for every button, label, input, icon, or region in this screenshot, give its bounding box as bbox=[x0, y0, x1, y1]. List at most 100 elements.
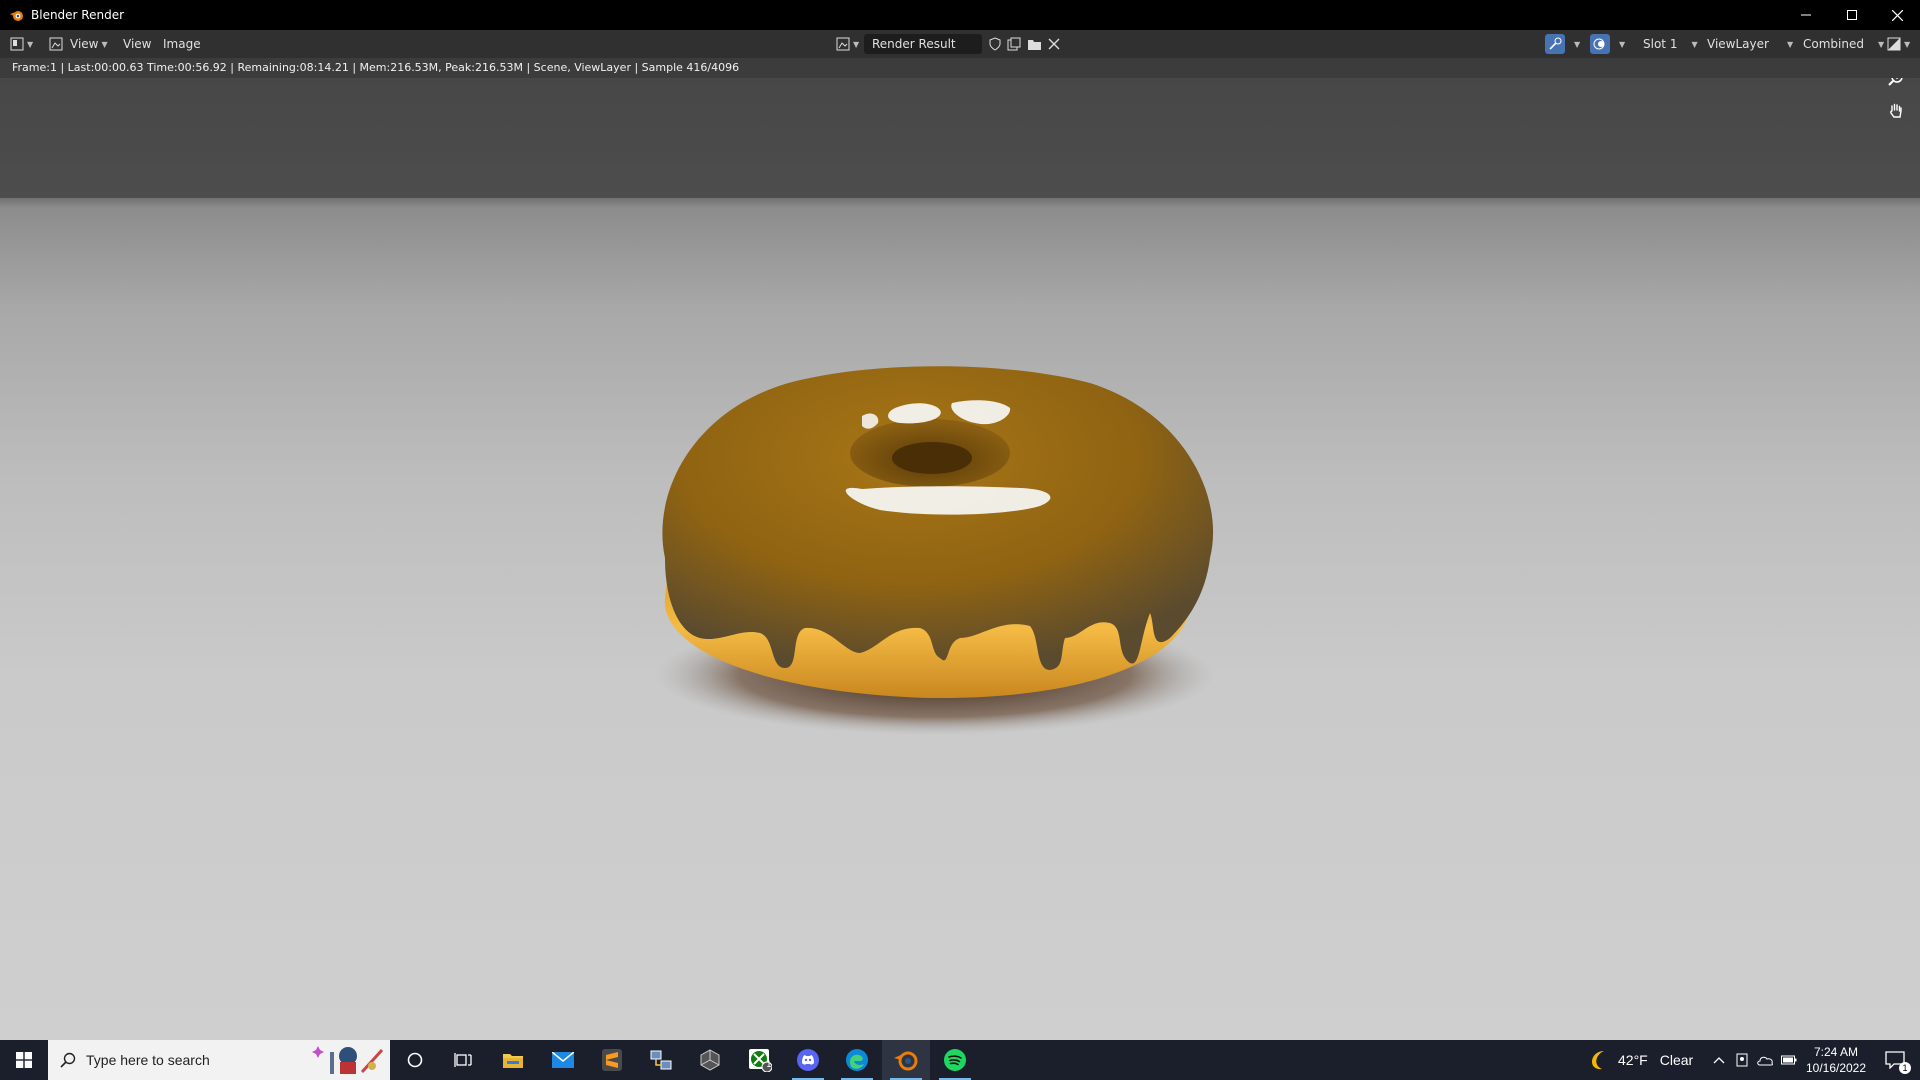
chevron-down-icon: ▼ bbox=[101, 39, 108, 49]
chevron-down-icon: ▼ bbox=[853, 39, 860, 49]
folder-icon bbox=[1028, 40, 1041, 50]
browse-image-button[interactable]: ▼ bbox=[836, 34, 859, 54]
edge-button[interactable] bbox=[833, 1040, 881, 1080]
mail-icon bbox=[552, 1052, 574, 1068]
maximize-button[interactable] bbox=[1829, 0, 1875, 30]
network-app-button[interactable] bbox=[637, 1040, 685, 1080]
moon-icon bbox=[1592, 1051, 1604, 1070]
weather-temp: 42°F bbox=[1618, 1052, 1648, 1068]
close-icon bbox=[1048, 38, 1060, 50]
view-mode-toggle[interactable] bbox=[49, 34, 63, 54]
task-view-button[interactable] bbox=[439, 1040, 487, 1080]
chevron-down-icon[interactable]: ▼ bbox=[1619, 34, 1625, 54]
clock[interactable]: 7:24 AM 10/16/2022 bbox=[1805, 1040, 1867, 1080]
window-title: Blender Render bbox=[31, 8, 125, 22]
task-view-icon bbox=[454, 1053, 472, 1067]
meet-now-button[interactable] bbox=[1735, 1040, 1749, 1080]
unity-button[interactable] bbox=[686, 1040, 734, 1080]
mail-button[interactable] bbox=[539, 1040, 587, 1080]
image-browse-icon bbox=[836, 37, 850, 51]
new-image-button[interactable] bbox=[1007, 34, 1021, 54]
display-channels-dropdown[interactable]: ▼ bbox=[1887, 34, 1910, 54]
image-menu[interactable]: Image bbox=[163, 34, 201, 54]
sidebar-expand-arrow[interactable]: ‹ bbox=[1912, 78, 1916, 82]
unlink-image-button[interactable] bbox=[1048, 34, 1060, 54]
notification-badge: 1 bbox=[1899, 1062, 1911, 1074]
weather-condition: Clear bbox=[1659, 1052, 1694, 1068]
pan-button[interactable] bbox=[1883, 97, 1909, 123]
hand-icon bbox=[1890, 103, 1902, 118]
windows-taskbar: Type here to search 1 42°F Clear 7:24 AM… bbox=[0, 1040, 1920, 1080]
discord-button[interactable] bbox=[784, 1040, 832, 1080]
network-app-icon bbox=[650, 1050, 672, 1070]
chevron-down-icon[interactable]: ▼ bbox=[1574, 34, 1580, 54]
toolbar-expand-arrow[interactable]: › bbox=[1, 78, 5, 82]
onedrive-button[interactable] bbox=[1756, 1040, 1774, 1080]
fake-user-button[interactable] bbox=[988, 34, 1002, 54]
blender-taskbar-button[interactable] bbox=[882, 1040, 930, 1080]
sublime-text-button[interactable] bbox=[588, 1040, 636, 1080]
search-icon bbox=[60, 1052, 76, 1068]
search-highlight-image bbox=[312, 1046, 384, 1074]
weather-widget[interactable]: 42°F Clear bbox=[1588, 1040, 1693, 1080]
view-dropdown-label: View bbox=[70, 37, 99, 51]
image-name-text: Render Result bbox=[872, 37, 956, 51]
file-explorer-icon bbox=[503, 1054, 523, 1068]
sample-tool-icon bbox=[1549, 37, 1562, 50]
image-menu-label: Image bbox=[163, 37, 201, 51]
render-viewport[interactable]: › ‹ bbox=[0, 78, 1920, 1040]
close-button[interactable] bbox=[1874, 0, 1920, 30]
chevron-down-icon: ▼ bbox=[1691, 39, 1698, 49]
windows-logo-icon bbox=[16, 1052, 32, 1068]
xbox-button[interactable]: 1 bbox=[736, 1040, 784, 1080]
render-stats-text: Frame:1 | Last:00:00.63 Time:00:56.92 | … bbox=[12, 61, 740, 74]
battery-icon bbox=[1781, 1055, 1797, 1065]
chevron-down-icon: ▼ bbox=[27, 39, 34, 49]
donut-render bbox=[655, 366, 1215, 735]
slot-label: Slot 1 bbox=[1643, 37, 1678, 51]
battery-button[interactable] bbox=[1781, 1040, 1797, 1080]
search-placeholder: Type here to search bbox=[86, 1052, 210, 1068]
image-editor-icon bbox=[10, 37, 24, 51]
taskbar-search-box[interactable]: Type here to search bbox=[48, 1040, 390, 1080]
image-name-field[interactable]: Render Result bbox=[864, 34, 982, 54]
notifications-button[interactable]: 1 bbox=[1875, 1040, 1915, 1080]
chevron-down-icon: ▼ bbox=[1877, 39, 1885, 49]
slot-dropdown[interactable]: Slot 1 ▼ bbox=[1643, 34, 1698, 54]
display-channels-icon bbox=[1887, 37, 1901, 51]
minimize-icon bbox=[1801, 14, 1811, 16]
start-button[interactable] bbox=[0, 1040, 48, 1080]
show-hidden-icons-button[interactable] bbox=[1710, 1040, 1728, 1080]
open-image-button[interactable] bbox=[1027, 34, 1042, 54]
cortana-icon bbox=[407, 1052, 423, 1068]
spotify-button[interactable] bbox=[931, 1040, 979, 1080]
view-dropdown[interactable]: View ▼ bbox=[70, 34, 108, 54]
spotify-icon bbox=[944, 1049, 966, 1071]
file-explorer-button[interactable] bbox=[489, 1040, 537, 1080]
image-editor-header: ▼ View ▼ View Image ▼ Render Result ▼ ▼ … bbox=[0, 30, 1920, 58]
overlay-icon bbox=[1593, 38, 1605, 50]
editor-type-selector[interactable]: ▼ bbox=[10, 34, 38, 54]
render-pass-dropdown[interactable]: Combined ▼ bbox=[1803, 34, 1884, 54]
clock-date: 10/16/2022 bbox=[1805, 1061, 1867, 1075]
shield-icon bbox=[989, 37, 1001, 51]
view-layer-dropdown[interactable]: ViewLayer ▼ bbox=[1707, 34, 1793, 54]
view-menu-label: View bbox=[123, 37, 152, 51]
cortana-button[interactable] bbox=[391, 1040, 439, 1080]
overlays-toggle[interactable] bbox=[1590, 34, 1610, 54]
meet-now-icon bbox=[1736, 1053, 1748, 1067]
edge-icon bbox=[846, 1049, 868, 1071]
view-menu[interactable]: View bbox=[123, 34, 151, 54]
chevron-up-icon bbox=[1713, 1057, 1725, 1064]
chevron-down-icon: ▼ bbox=[1786, 39, 1794, 49]
minimize-button[interactable] bbox=[1783, 0, 1829, 30]
render-pass-label: Combined bbox=[1803, 37, 1864, 51]
duplicate-icon bbox=[1007, 37, 1021, 51]
close-icon bbox=[1891, 9, 1903, 21]
discord-icon bbox=[797, 1049, 819, 1071]
xbox-badge: 1 bbox=[766, 1060, 772, 1070]
sublime-text-icon bbox=[602, 1049, 622, 1071]
sample-toggle[interactable] bbox=[1545, 34, 1565, 54]
donut-hole-inner bbox=[892, 442, 972, 474]
cloud-icon bbox=[1757, 1056, 1773, 1066]
